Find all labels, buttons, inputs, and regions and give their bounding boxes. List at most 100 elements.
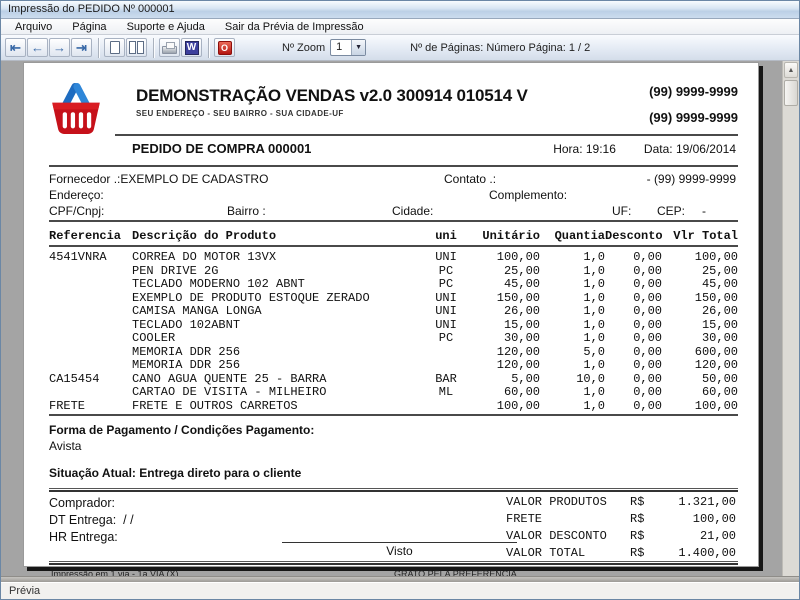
table-header: Referencia Descrição do Produto uni Unit… (49, 229, 738, 243)
table-row: TECLADO 102ABNTUNI15,001,00,0015,00 (49, 319, 738, 333)
last-page-button[interactable]: ⇥ (71, 38, 92, 57)
col-desconto: Desconto (605, 229, 662, 243)
export-word-button[interactable]: W (181, 38, 202, 57)
discount-row: VALOR DESCONTOR$21,00 (506, 529, 736, 546)
city-label: Cidade: (392, 204, 433, 218)
scroll-up-icon: ▲ (788, 67, 795, 74)
document-page: DEMONSTRAÇÃO VENDAS v2.0 300914 010514 V… (23, 62, 759, 567)
table-row: CARTAO DE VISITA - MILHEIROML60,001,00,0… (49, 386, 738, 400)
window-title: Impressão do PEDIDO Nº 000001 (8, 3, 175, 15)
title-bar[interactable]: Impressão do PEDIDO Nº 000001 (1, 1, 799, 19)
order-time: Hora: 19:16 (553, 142, 616, 156)
col-unitario: Unitário (466, 229, 540, 243)
supplier-section: Fornecedor .: EXEMPLO DE CADASTRO Contat… (49, 170, 738, 220)
two-page-view-button[interactable] (126, 38, 147, 57)
close-preview-button[interactable]: O (214, 38, 235, 57)
menu-item-suporte[interactable]: Suporte e Ajuda (117, 20, 215, 34)
zoom-value: 1 (331, 40, 351, 55)
table-row: MEMÓRIA DDR 256120,005,00,00600,00 (49, 346, 738, 360)
scroll-up-button[interactable]: ▲ (784, 62, 798, 78)
order-date: Data: 19/06/2014 (644, 142, 736, 156)
signature-label: Visto (282, 544, 517, 558)
exit-icon: O (218, 41, 232, 55)
menu-bar: Arquivo Página Suporte e Ajuda Sair da P… (1, 19, 799, 35)
menu-item-pagina[interactable]: Página (62, 20, 116, 34)
totals-section: Comprador: DT Entrega: / / HR Entrega: V… (49, 492, 738, 561)
company-address: SEU ENDEREÇO - SEU BAIRRO - SUA CIDADE-U… (136, 109, 649, 118)
col-referencia: Referencia (49, 229, 132, 243)
scrollbar-thumb[interactable] (784, 80, 798, 106)
menu-item-arquivo[interactable]: Arquivo (5, 20, 62, 34)
thanks-note: GRATO PELA PREFERENCIA (394, 569, 517, 576)
divider (49, 245, 738, 247)
zoom-dropdown[interactable]: 1 ▼ (330, 39, 366, 56)
next-page-button[interactable]: → (49, 38, 70, 57)
total-products-row: VALOR PRODUTOSR$1.321,00 (506, 495, 736, 512)
first-page-icon: ⇤ (10, 41, 21, 54)
divider (49, 165, 738, 167)
contact-phone: - (99) 9999-9999 (647, 172, 736, 186)
print-copy-note: Impressão em 1 via - 1a VIA (X) (51, 569, 179, 576)
cep-label: CEP: (657, 204, 685, 218)
phone-1: (99) 9999-9999 (649, 84, 738, 99)
table-row: 4541VNRACORREA DO MOTOR 13VXUNI100,001,0… (49, 251, 738, 265)
cep-value: - (702, 204, 706, 218)
col-descricao: Descrição do Produto (132, 229, 426, 243)
toolbar-separator (208, 38, 209, 58)
zoom-control: Nº Zoom 1 ▼ (282, 39, 366, 56)
chevron-down-icon: ▼ (351, 40, 365, 55)
two-page-icon (129, 41, 144, 54)
col-vlr-total: Vlr Total (662, 229, 738, 243)
order-title: PEDIDO DE COMPRA 000001 (132, 141, 553, 156)
company-title: DEMONSTRAÇÃO VENDAS v2.0 300914 010514 V (136, 86, 649, 106)
totals-block: VALOR PRODUTOSR$1.321,00 FRETER$100,00 V… (506, 495, 736, 563)
zoom-label: Nº Zoom (282, 42, 325, 54)
complement-label: Complemento: (489, 188, 567, 202)
basket-logo-icon (49, 78, 103, 135)
toolbar-separator (98, 38, 99, 58)
divider (49, 220, 738, 222)
vertical-scrollbar[interactable]: ▲ (782, 61, 799, 576)
single-page-icon (110, 41, 120, 54)
order-header: PEDIDO DE COMPRA 000001 Hora: 19:16 Data… (49, 141, 738, 156)
previous-page-button[interactable]: ← (27, 38, 48, 57)
single-page-view-button[interactable] (104, 38, 125, 57)
district-label: Bairro : (227, 204, 266, 218)
uf-label: UF: (612, 204, 631, 218)
document-header: DEMONSTRAÇÃO VENDAS v2.0 300914 010514 V… (49, 77, 738, 134)
previous-page-icon: ← (31, 41, 44, 54)
buyer-label: Comprador: (49, 496, 115, 510)
table-row: PEN DRIVE 2GPC25,001,00,0025,00 (49, 265, 738, 279)
print-preview-window: Impressão do PEDIDO Nº 000001 Arquivo Pá… (0, 0, 800, 600)
table-row: MEMÓRIA DDR 256120,001,00,00120,00 (49, 359, 738, 373)
table-row: EXEMPLO DE PRODUTO ESTOQUE ZERADOUNI150,… (49, 292, 738, 306)
contact-label: Contato .: (444, 172, 496, 186)
company-phones: (99) 9999-9999 (99) 9999-9999 (649, 84, 738, 134)
col-uni: uni (426, 229, 466, 243)
word-icon: W (185, 41, 199, 55)
grand-total-row: VALOR TOTALR$1.400,00 (506, 546, 736, 563)
company-block: DEMONSTRAÇÃO VENDAS v2.0 300914 010514 V… (136, 77, 649, 134)
toolbar: ⇤ ← → ⇥ W O Nº Zoom 1 (1, 35, 799, 61)
next-page-icon: → (53, 41, 66, 54)
table-row: TECLADO MODERNO 102 ABNTPC45,001,00,0045… (49, 278, 738, 292)
print-button[interactable] (159, 38, 180, 57)
items-table: 4541VNRACORREA DO MOTOR 13VXUNI100,001,0… (49, 251, 738, 413)
table-row: FRETEFRETE E OUTROS CARRETOS100,001,00,0… (49, 400, 738, 414)
menu-item-sair-previa[interactable]: Sair da Prévia de Impressão (215, 20, 374, 34)
divider (115, 134, 738, 136)
toolbar-separator (153, 38, 154, 58)
preview-area[interactable]: DEMONSTRAÇÃO VENDAS v2.0 300914 010514 V… (1, 61, 799, 576)
cpf-label: CPF/Cnpj: (49, 204, 104, 218)
table-row: COOLERPC30,001,00,0030,00 (49, 332, 738, 346)
col-quantia: Quantia (540, 229, 605, 243)
pages-info: Nº de Páginas: Número Página: 1 / 2 (410, 42, 590, 54)
last-page-icon: ⇥ (76, 41, 87, 54)
printer-icon (162, 46, 177, 54)
supplier-name: Fornecedor .: EXEMPLO DE CADASTRO (49, 172, 120, 186)
payment-terms-label: Forma de Pagamento / Condições Pagamento… (49, 423, 738, 437)
first-page-button[interactable]: ⇤ (5, 38, 26, 57)
phone-2: (99) 9999-9999 (649, 110, 738, 125)
table-row: CAMISA MANGA LONGAUNI26,001,00,0026,00 (49, 305, 738, 319)
status-bar: Prévia (1, 582, 799, 599)
